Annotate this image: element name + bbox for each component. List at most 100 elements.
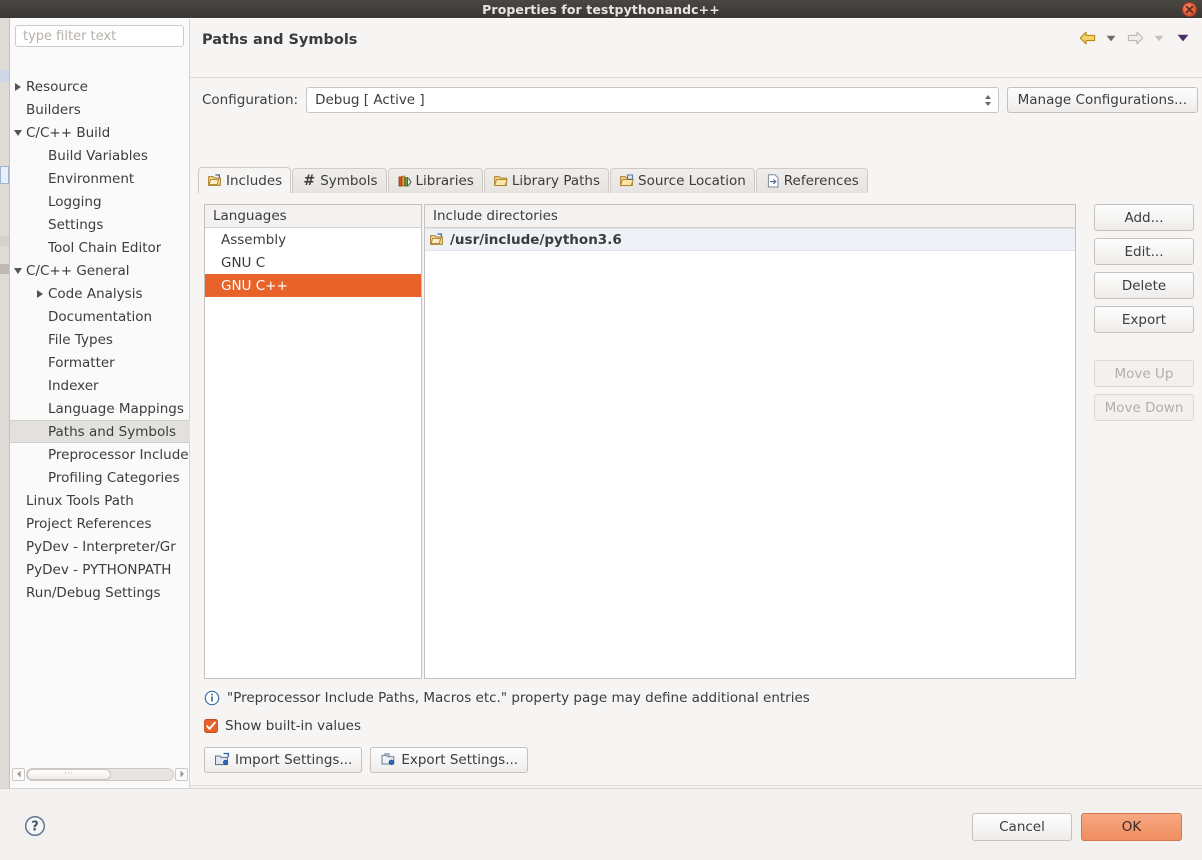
back-arrow-icon[interactable] [1076, 27, 1098, 49]
tab-source-location[interactable]: Source Location [610, 168, 755, 193]
header-divider [190, 77, 1202, 78]
sidebar-item-label: Builders [26, 101, 81, 118]
languages-listbox[interactable]: Languages Assembly GNU C GNU C++ [204, 204, 422, 679]
tab-bar[interactable]: Includes # Symbols Libraries Library Paths So… [198, 167, 1194, 193]
manage-configurations-button[interactable]: Manage Configurations... [1006, 87, 1198, 113]
sidebar-item-formatter[interactable]: Formatter [10, 351, 190, 374]
filter-box[interactable] [15, 25, 209, 47]
view-menu-chevron-down-icon[interactable] [1172, 27, 1194, 49]
scroll-right-icon[interactable] [175, 767, 188, 781]
tab-library-paths[interactable]: Library Paths [483, 168, 610, 193]
scrollbar-track[interactable]: ⋯ [26, 767, 174, 781]
books-icon [397, 173, 413, 189]
sidebar-item-environment[interactable]: Environment [10, 167, 190, 190]
background-blip [0, 264, 9, 274]
content-divider [190, 785, 1202, 786]
language-row[interactable]: GNU C [205, 251, 421, 274]
languages-list[interactable]: Assembly GNU C GNU C++ [205, 228, 421, 297]
sidebar-item-builders[interactable]: Builders [10, 98, 190, 121]
dialog-body: Resource Builders C/C++ Build Build Variabl… [10, 18, 1202, 819]
show-builtin-values-checkbox[interactable]: Show built-in values [204, 718, 361, 734]
chevron-down-icon[interactable] [10, 129, 26, 136]
sidebar-item-label: Indexer [48, 377, 99, 394]
chevron-right-icon[interactable] [10, 82, 26, 91]
export-button[interactable]: Export [1094, 306, 1194, 333]
tab-label: Source Location [638, 173, 746, 189]
background-window-strip [0, 18, 10, 788]
sidebar-item-label: Logging [48, 193, 102, 210]
cancel-button[interactable]: Cancel [972, 813, 1072, 841]
close-icon[interactable] [1182, 2, 1197, 17]
sidebar-item-project-references[interactable]: Project References [10, 512, 190, 535]
sidebar-item-preprocessor-include[interactable]: Preprocessor Include [10, 443, 190, 466]
language-row[interactable]: Assembly [205, 228, 421, 251]
export-settings-button[interactable]: Export Settings... [370, 747, 529, 773]
sidebar-item-linux-tools-path[interactable]: Linux Tools Path [10, 489, 190, 512]
scroll-left-icon[interactable] [12, 767, 25, 781]
language-label: GNU C [221, 254, 266, 271]
configuration-row: Configuration: Debug [ Active ] Manage C… [190, 85, 1202, 115]
add-button[interactable]: Add... [1094, 204, 1194, 231]
tab-libraries[interactable]: Libraries [387, 168, 483, 193]
sidebar-item-documentation[interactable]: Documentation [10, 305, 190, 328]
sidebar-item-logging[interactable]: Logging [10, 190, 190, 213]
settings-tree[interactable]: Resource Builders C/C++ Build Build Variabl… [10, 51, 190, 811]
include-directory-row[interactable]: /usr/include/python3.6 [425, 228, 1075, 251]
tab-symbols[interactable]: # Symbols [292, 168, 387, 193]
edit-button[interactable]: Edit... [1094, 238, 1194, 265]
sidebar-item-label: Language Mappings [48, 400, 184, 417]
sidebar-item-resource[interactable]: Resource [10, 75, 190, 98]
sidebar-item-label: C/C++ General [26, 262, 130, 279]
configuration-select[interactable]: Debug [ Active ] [306, 87, 999, 113]
languages-header: Languages [205, 205, 421, 228]
sidebar-item-label: PyDev - PYTHONPATH [26, 561, 172, 578]
tab-includes[interactable]: Includes [198, 167, 292, 193]
sidebar-item-label: Project References [26, 515, 152, 532]
include-directories-list[interactable]: /usr/include/python3.6 [425, 228, 1075, 251]
tab-label: Symbols [320, 173, 378, 189]
sidebar-item-pydev-interpreter-gr[interactable]: PyDev - Interpreter/Gr [10, 535, 190, 558]
settings-content-panel: Paths and Symbols Configuration: Debug [… [190, 19, 1202, 819]
search-input[interactable] [23, 27, 193, 45]
sidebar-item-c-c-build[interactable]: C/C++ Build [10, 121, 190, 144]
tab-label: Library Paths [511, 173, 601, 189]
background-blip [0, 166, 9, 184]
sidebar-item-code-analysis[interactable]: Code Analysis [10, 282, 190, 305]
chevron-right-icon[interactable] [32, 289, 48, 298]
chevron-down-icon[interactable] [10, 267, 26, 274]
nav-horizontal-scrollbar[interactable]: ⋯ [12, 767, 188, 781]
scrollbar-thumb[interactable]: ⋯ [27, 768, 111, 780]
sidebar-item-settings[interactable]: Settings [10, 213, 190, 236]
tab-references[interactable]: References [755, 168, 868, 193]
spinner-icon[interactable] [984, 94, 994, 106]
background-blip [0, 236, 9, 246]
sidebar-item-indexer[interactable]: Indexer [10, 374, 190, 397]
sidebar-item-label: Linux Tools Path [26, 492, 134, 509]
sidebar-item-language-mappings[interactable]: Language Mappings [10, 397, 190, 420]
forward-arrow-icon[interactable] [1124, 27, 1146, 49]
sidebar-item-label: Resource [26, 78, 88, 95]
sidebar-item-c-c-general[interactable]: C/C++ General [10, 259, 190, 282]
help-icon[interactable]: ? [24, 815, 46, 837]
sidebar-item-label: Code Analysis [48, 285, 143, 302]
sidebar-item-pydev-pythonpath[interactable]: PyDev - PYTHONPATH [10, 558, 190, 581]
language-row[interactable]: GNU C++ [205, 274, 421, 297]
move-down-button: Move Down [1094, 394, 1194, 421]
sidebar-item-tool-chain-editor[interactable]: Tool Chain Editor [10, 236, 190, 259]
sidebar-item-paths-and-symbols[interactable]: Paths and Symbols [10, 420, 190, 443]
ok-button[interactable]: OK [1081, 813, 1182, 841]
sidebar-item-file-types[interactable]: File Types [10, 328, 190, 351]
sidebar-item-build-variables[interactable]: Build Variables [10, 144, 190, 167]
reference-page-icon [765, 173, 781, 189]
window-titlebar: Properties for testpythonandc++ [0, 0, 1202, 18]
import-settings-button[interactable]: Import Settings... [204, 747, 363, 773]
tab-label: References [783, 173, 859, 189]
notice-text: "Preprocessor Include Paths, Macros etc.… [227, 690, 810, 706]
checkbox-icon[interactable] [204, 719, 218, 733]
delete-button[interactable]: Delete [1094, 272, 1194, 299]
source-folder-icon [619, 173, 635, 189]
include-directories-listbox[interactable]: Include directories /usr/include/python3… [424, 204, 1076, 679]
chevron-down-icon[interactable] [1100, 27, 1122, 49]
sidebar-item-run-debug-settings[interactable]: Run/Debug Settings [10, 581, 190, 604]
sidebar-item-profiling-categories[interactable]: Profiling Categories [10, 466, 190, 489]
